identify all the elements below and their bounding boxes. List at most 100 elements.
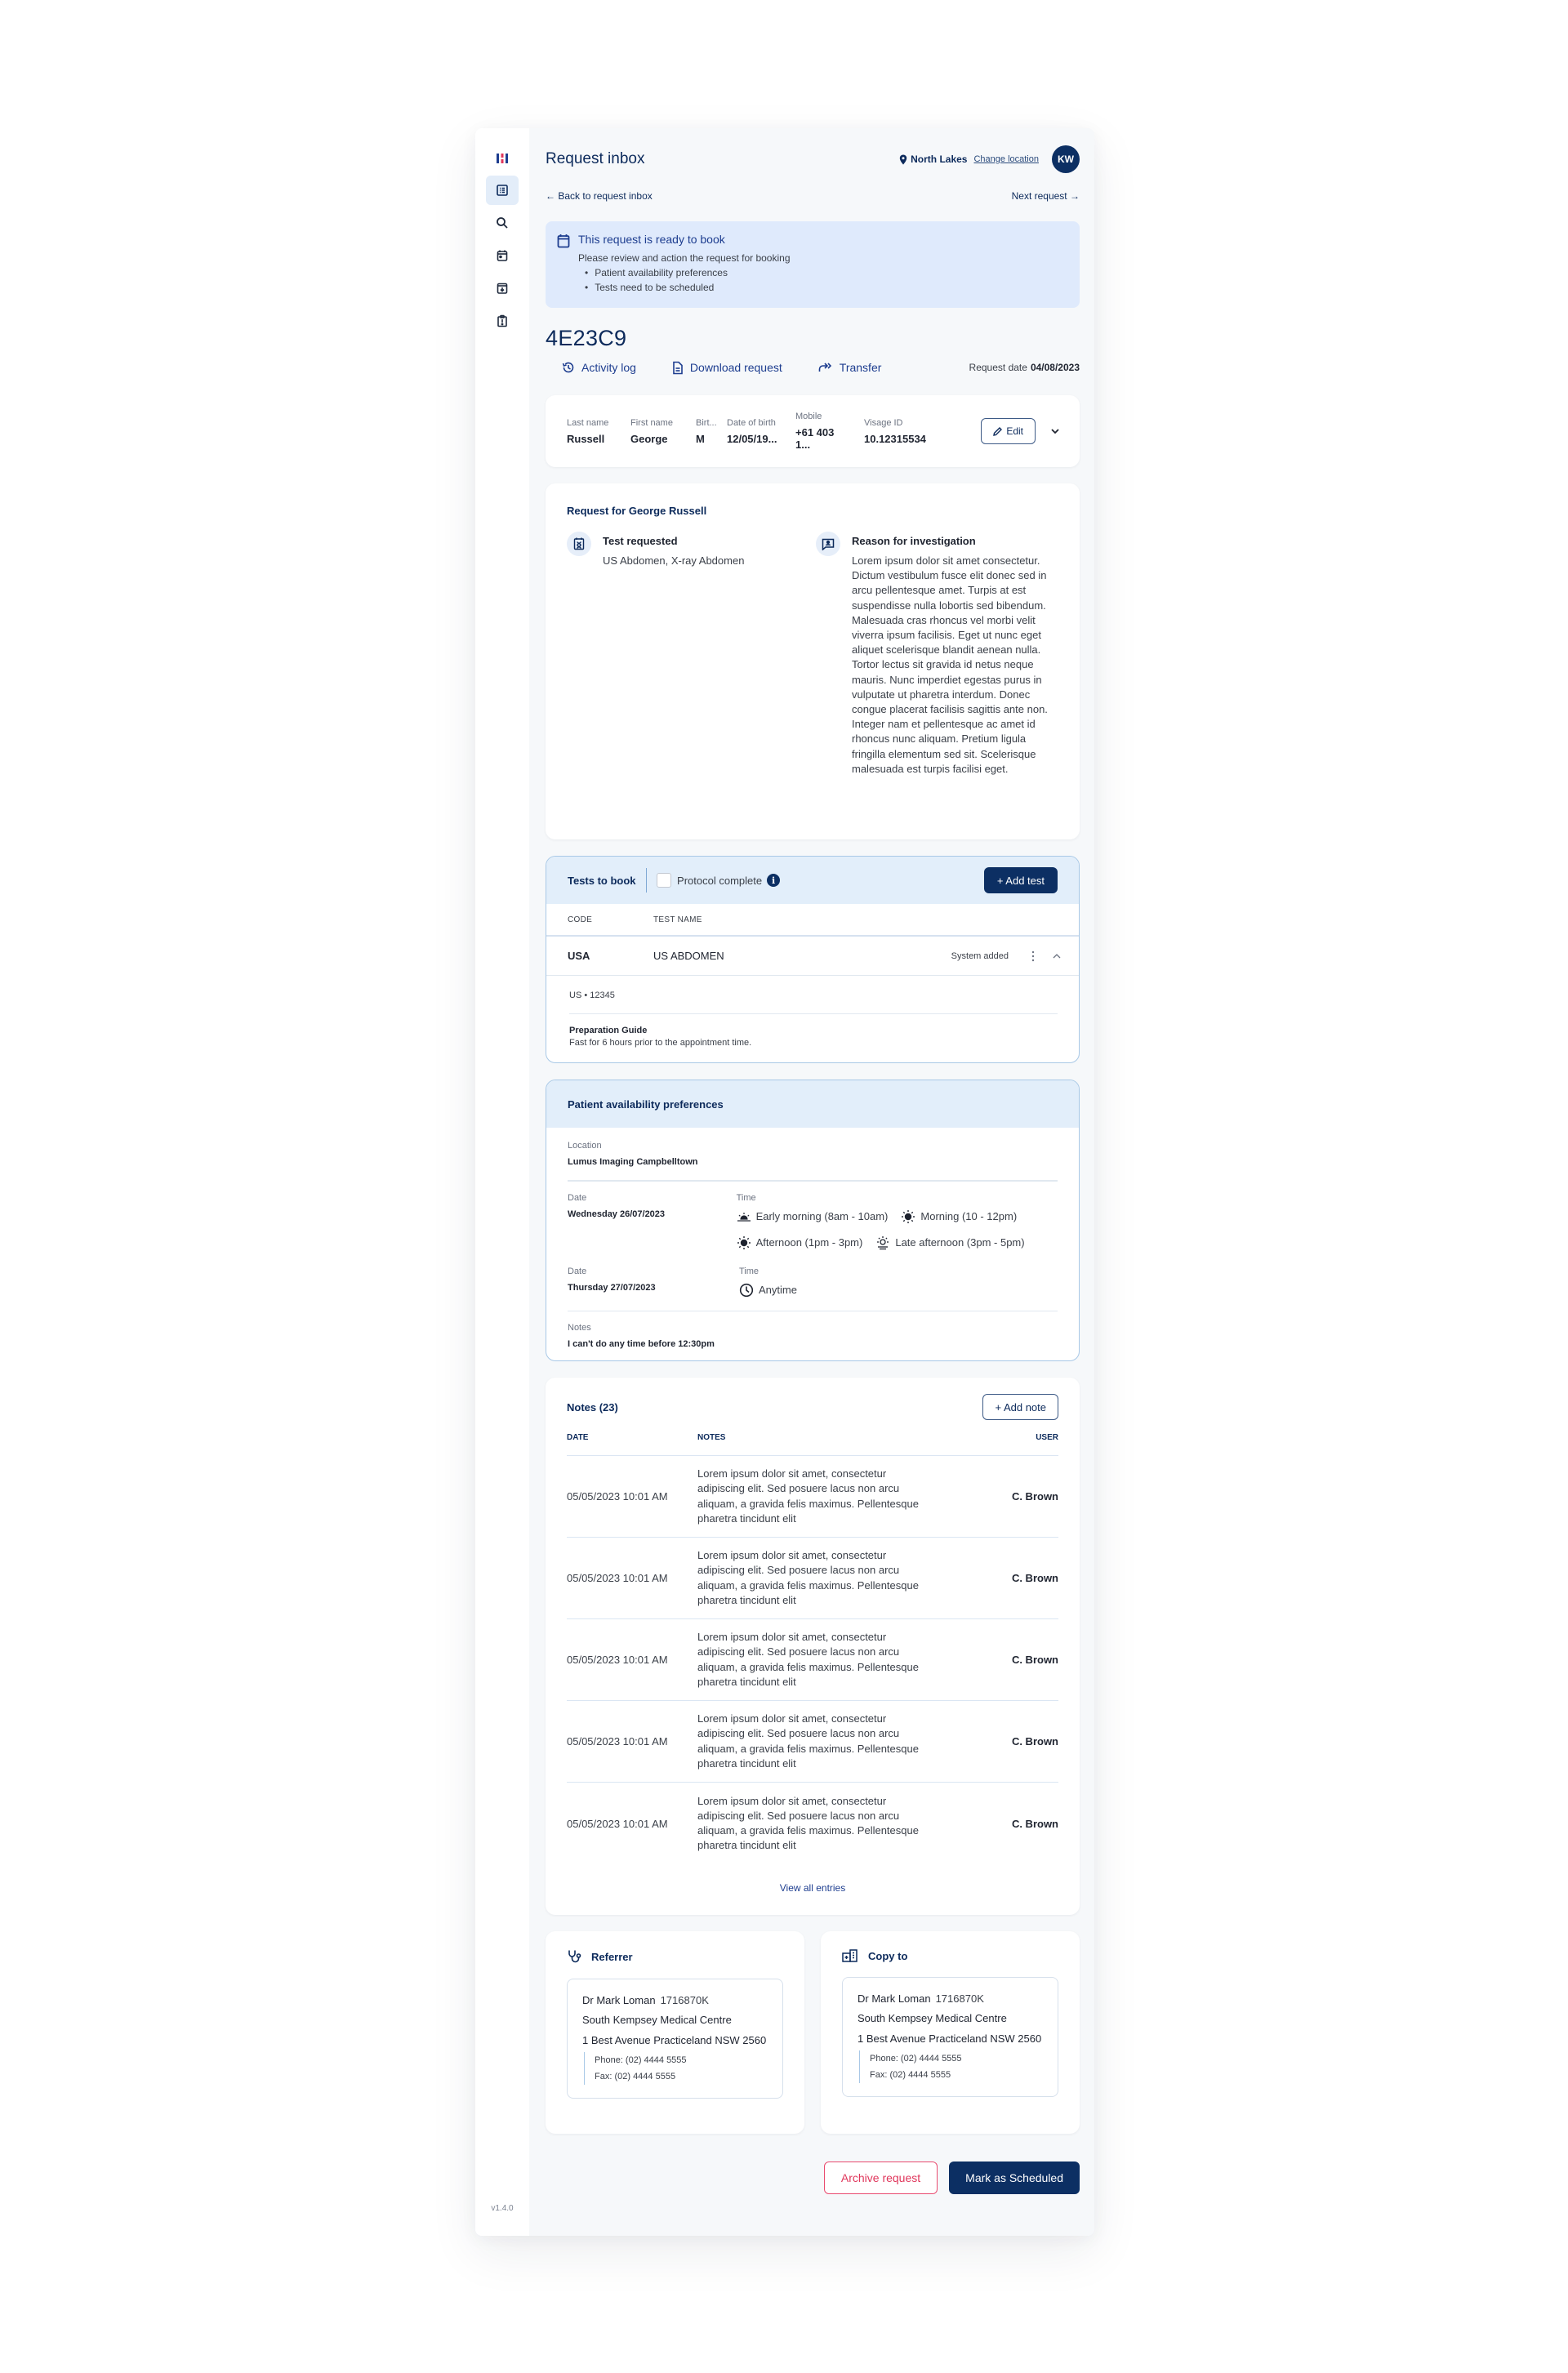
test-detail-panel: US • 12345 Preparation Guide Fast for 6 …	[546, 976, 1079, 1062]
reason-section: Reason for investigation Lorem ipsum dol…	[813, 532, 1058, 777]
download-request-button[interactable]: Download request	[672, 361, 782, 375]
document-icon	[672, 361, 684, 375]
history-icon	[562, 361, 575, 374]
sidebar-item-alerts[interactable]	[486, 306, 519, 336]
next-request-link[interactable]: Next request →	[1012, 190, 1080, 202]
patient-birth-sex: Birt... M	[696, 417, 717, 445]
user-avatar[interactable]: KW	[1052, 145, 1080, 173]
mark-as-scheduled-button[interactable]: Mark as Scheduled	[949, 2162, 1080, 2194]
copy-to-details: Dr Mark Loman 1716870K South Kempsey Medi…	[842, 1977, 1058, 2097]
app-window: v1.4.0 Request inbox North Lakes Change …	[475, 128, 1094, 2236]
more-options-icon[interactable]	[1031, 951, 1035, 962]
copy-to-card: Copy to Dr Mark Loman 1716870K South Kemp…	[821, 1931, 1080, 2134]
request-details-title: Request for George Russell	[567, 505, 707, 517]
patient-last-name: Last name Russell	[567, 417, 609, 445]
reason-chat-icon	[816, 532, 840, 556]
note-row: 05/05/2023 10:01 AM Lorem ipsum dolor si…	[567, 1794, 1058, 1852]
availability-day: Date Thursday 27/07/2023 Time Anytime	[568, 1266, 797, 1298]
calendar-icon	[557, 234, 570, 295]
notes-card: Notes (23) + Add note DATE NOTES USER 05…	[546, 1378, 1080, 1915]
sun-icon	[901, 1209, 915, 1224]
location-pin-icon	[899, 154, 907, 165]
time-slot: Afternoon (1pm - 3pm)	[737, 1235, 862, 1250]
availability-day: Date Wednesday 26/07/2023 Time Early mor…	[568, 1192, 1025, 1250]
app-version: v1.4.0	[491, 2204, 514, 2213]
body-scan-icon	[567, 532, 591, 556]
stethoscope-icon	[567, 1949, 581, 1964]
divider	[645, 868, 648, 893]
note-row: 05/05/2023 10:01 AM Lorem ipsum dolor si…	[567, 1619, 1058, 1701]
pencil-icon	[993, 426, 1003, 436]
request-date: Request date 04/08/2023	[969, 362, 1080, 373]
sidebar: v1.4.0	[475, 128, 529, 2236]
test-code: USA	[568, 950, 590, 962]
calendar-icon	[496, 249, 509, 262]
test-requested-value: US Abdomen, X-ray Abdomen	[603, 554, 745, 567]
availability-date: Wednesday 26/07/2023	[568, 1209, 666, 1219]
edit-patient-button[interactable]: Edit	[981, 418, 1036, 444]
time-slot: Late afternoon (3pm - 5pm)	[875, 1235, 1025, 1250]
sun-icon	[737, 1235, 751, 1250]
transfer-button[interactable]: Transfer	[818, 361, 881, 374]
info-icon[interactable]: i	[767, 874, 781, 887]
banner-bullets: Patient availability preferences Tests n…	[578, 265, 791, 295]
sidebar-item-request-inbox[interactable]	[486, 176, 519, 205]
sidebar-item-calendar[interactable]	[486, 241, 519, 270]
protocol-complete-label: Protocol complete	[677, 874, 763, 887]
sidebar-item-archive[interactable]	[486, 274, 519, 303]
request-id: 4E23C9	[546, 326, 627, 350]
availability-notes: I can't do any time before 12:30pm	[568, 1339, 715, 1349]
test-requested-label: Test requested	[603, 535, 678, 547]
tests-to-book-card: Tests to book Protocol complete i + Add …	[546, 856, 1080, 1063]
clock-icon	[739, 1283, 754, 1298]
change-location-link[interactable]: Change location	[973, 154, 1039, 164]
notes-label: Notes	[568, 1323, 591, 1333]
preparation-guide-text: Fast for 6 hours prior to the appointmen…	[569, 1038, 752, 1048]
back-to-inbox-link[interactable]: ← Back to request inbox	[546, 190, 653, 202]
tests-title: Tests to book	[568, 874, 636, 887]
reason-label: Reason for investigation	[852, 535, 976, 547]
referrer-card: Referrer Dr Mark Loman 1716870K South Kem…	[546, 1931, 804, 2134]
sidebar-item-search[interactable]	[486, 208, 519, 238]
column-header-user: USER	[1036, 1433, 1058, 1442]
column-header-notes: NOTES	[697, 1433, 726, 1442]
location-label: Location	[568, 1141, 602, 1151]
column-header-date: DATE	[567, 1433, 589, 1442]
availability-date: Thursday 27/07/2023	[568, 1282, 656, 1293]
patient-mobile: Mobile +61 403 1...	[795, 412, 835, 451]
archive-request-button[interactable]: Archive request	[823, 2162, 938, 2194]
notes-title: Notes (23)	[567, 1400, 618, 1414]
patient-first-name: First name George	[630, 417, 673, 445]
banner-title: This request is ready to book	[578, 233, 725, 246]
footer-actions: Archive request Mark as Scheduled	[546, 2162, 1080, 2194]
add-test-button[interactable]: + Add test	[983, 867, 1058, 893]
note-row: 05/05/2023 10:01 AM Lorem ipsum dolor si…	[567, 1538, 1058, 1619]
column-header-code: CODE	[568, 915, 593, 924]
brand-logo-icon[interactable]	[486, 148, 519, 169]
activity-log-button[interactable]: Activity log	[562, 361, 636, 374]
view-all-entries-link[interactable]: View all entries	[567, 1882, 1058, 1894]
preparation-guide-title: Preparation Guide	[569, 1026, 648, 1035]
transfer-icon	[818, 362, 833, 373]
time-slot: Anytime	[739, 1283, 797, 1298]
test-row[interactable]: USA US ABDOMEN System added	[546, 937, 1079, 976]
test-requested-section: Test requested US Abdomen, X-ray Abdomen	[567, 532, 813, 777]
sunrise-icon	[737, 1211, 751, 1222]
referrer-details: Dr Mark Loman 1716870K South Kempsey Medi…	[567, 1979, 783, 2099]
search-icon	[496, 216, 509, 229]
request-details-card: Request for George Russell Test requeste…	[546, 483, 1080, 839]
protocol-complete-checkbox[interactable]	[657, 873, 672, 888]
list-icon	[496, 184, 509, 197]
test-detail-code: US • 12345	[569, 991, 1058, 1014]
note-row: 05/05/2023 10:01 AM Lorem ipsum dolor si…	[567, 1701, 1058, 1783]
expand-patient-chevron-icon[interactable]	[1050, 428, 1060, 434]
location-name: North Lakes	[911, 154, 968, 165]
main-content: Request inbox North Lakes Change locatio…	[546, 128, 1080, 2194]
test-name: US ABDOMEN	[653, 950, 724, 962]
collapse-chevron-icon[interactable]	[1053, 953, 1061, 959]
current-location: North Lakes	[899, 154, 967, 165]
contacts-row: Referrer Dr Mark Loman 1716870K South Kem…	[546, 1931, 1080, 2134]
add-note-button[interactable]: + Add note	[982, 1394, 1058, 1420]
patient-summary-card: Last name Russell First name George Birt…	[546, 395, 1080, 467]
divider	[568, 1180, 1058, 1182]
